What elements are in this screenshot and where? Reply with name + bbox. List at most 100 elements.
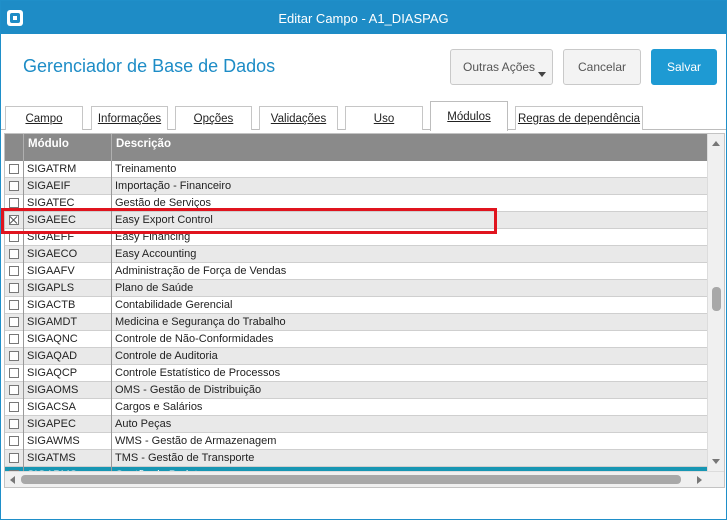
row-checkbox-cell[interactable] (5, 314, 24, 331)
description-cell: Importação - Financeiro (115, 180, 232, 192)
row-checkbox[interactable] (9, 249, 19, 259)
row-checkbox-cell[interactable] (5, 280, 24, 297)
column-header-description[interactable]: Descrição (112, 134, 707, 161)
tab-modulos[interactable]: Módulos (430, 101, 508, 131)
row-checkbox-cell[interactable] (5, 297, 24, 314)
vertical-scroll-thumb[interactable] (712, 287, 721, 311)
tab-uso[interactable]: Uso (345, 106, 423, 130)
description-cell: Medicina e Segurança do Trabalho (115, 316, 286, 328)
row-checkbox[interactable] (9, 300, 19, 310)
row-checkbox[interactable] (9, 351, 19, 361)
tab-informacoes[interactable]: Informações (91, 106, 168, 130)
row-checkbox-cell[interactable] (5, 178, 24, 195)
table-row[interactable]: SIGATMS TMS - Gestão de Transporte (5, 450, 707, 467)
module-cell: SIGAAFV (24, 263, 112, 280)
table-row[interactable]: SIGAPLS Plano de Saúde (5, 280, 707, 297)
table-row[interactable]: SIGAPEC Auto Peças (5, 416, 707, 433)
tab-label: Uso (373, 113, 395, 125)
more-actions-label: Outras Ações (463, 60, 536, 74)
more-actions-button[interactable]: Outras Ações (450, 49, 553, 85)
title-bar[interactable]: Editar Campo - A1_DIASPAG (1, 1, 726, 34)
scroll-down-icon[interactable] (712, 459, 720, 464)
table-row[interactable]: SIGAWMS WMS - Gestão de Armazenagem (5, 433, 707, 450)
description-cell: Controle Estatístico de Processos (115, 367, 281, 379)
table-row[interactable]: SIGAMDT Medicina e Segurança do Trabalho (5, 314, 707, 331)
horizontal-scrollbar[interactable] (5, 471, 724, 487)
row-checkbox[interactable] (9, 419, 19, 429)
row-checkbox[interactable] (9, 334, 19, 344)
row-checkbox[interactable] (9, 453, 19, 463)
row-checkbox-cell[interactable] (5, 331, 24, 348)
module-cell: SIGAOMS (24, 382, 112, 399)
row-checkbox-cell[interactable] (5, 450, 24, 467)
table-row[interactable]: SIGATRM Treinamento (5, 161, 707, 178)
row-checkbox[interactable] (9, 385, 19, 395)
modules-grid[interactable]: Módulo Descrição SIGATRM Treinamento SIGAE… (4, 133, 725, 488)
tab-campo[interactable]: Campo (5, 106, 83, 130)
description-cell: WMS - Gestão de Armazenagem (115, 435, 277, 447)
description-cell: Administração de Força de Vendas (115, 265, 287, 277)
row-checkbox-cell[interactable] (5, 382, 24, 399)
table-row[interactable]: SIGACTB Contabilidade Gerencial (5, 297, 707, 314)
row-checkbox[interactable] (9, 164, 19, 174)
tab-label: Regras de dependência (517, 113, 641, 125)
description-cell: OMS - Gestão de Distribuição (115, 384, 262, 396)
description-cell: Treinamento (115, 163, 177, 175)
row-checkbox-cell[interactable] (5, 161, 24, 178)
save-button[interactable]: Salvar (651, 49, 717, 85)
cancel-button[interactable]: Cancelar (563, 49, 641, 85)
row-checkbox-cell[interactable] (5, 399, 24, 416)
table-row[interactable]: SIGAQAD Controle de Auditoria (5, 348, 707, 365)
scroll-left-icon[interactable] (10, 476, 15, 484)
table-row[interactable]: SIGACSA Cargos e Salários (5, 399, 707, 416)
tab-validacoes[interactable]: Validações (259, 106, 338, 130)
row-checkbox[interactable] (9, 402, 19, 412)
row-checkbox-cell[interactable] (5, 365, 24, 382)
module-cell: SIGACTB (24, 297, 112, 314)
table-row[interactable]: SIGAECO Easy Accounting (5, 246, 707, 263)
module-cell: SIGAPLS (24, 280, 112, 297)
app-title: Gerenciador de Base de Dados (23, 56, 276, 76)
row-checkbox-cell[interactable] (5, 246, 24, 263)
tab-label: Campo (25, 113, 63, 125)
tab-label: Opções (193, 113, 234, 125)
tab-opcoes[interactable]: Opções (175, 106, 252, 130)
table-row[interactable]: SIGAOMS OMS - Gestão de Distribuição (5, 382, 707, 399)
description-cell: Cargos e Salários (115, 401, 203, 413)
module-cell: SIGATRM (24, 161, 112, 178)
column-header-module[interactable]: Módulo (24, 134, 112, 161)
row-checkbox[interactable] (9, 198, 19, 208)
dialog-window: Editar Campo - A1_DIASPAG Gerenciador de… (0, 0, 727, 520)
row-checkbox-cell[interactable] (5, 433, 24, 450)
description-cell: Auto Peças (115, 418, 172, 430)
table-row[interactable]: SIGAEIF Importação - Financeiro (5, 178, 707, 195)
table-row[interactable]: SIGAQNC Controle de Não-Conformidades (5, 331, 707, 348)
module-cell: SIGAECO (24, 246, 112, 263)
tab-label: Módulos (447, 111, 491, 123)
grid-header: Módulo Descrição (5, 134, 707, 161)
horizontal-scroll-thumb[interactable] (21, 475, 681, 484)
description-cell: Easy Accounting (115, 248, 197, 260)
column-header-check (5, 134, 24, 161)
tab-label: Informações (97, 113, 162, 125)
scroll-up-icon[interactable] (712, 141, 720, 146)
row-checkbox[interactable] (9, 368, 19, 378)
row-checkbox-cell[interactable] (5, 263, 24, 280)
table-row[interactable]: SIGAQCP Controle Estatístico de Processos (5, 365, 707, 382)
row-checkbox[interactable] (9, 436, 19, 446)
row-checkbox-cell[interactable] (5, 348, 24, 365)
row-checkbox[interactable] (9, 283, 19, 293)
scroll-right-icon[interactable] (697, 476, 702, 484)
window-title: Editar Campo - A1_DIASPAG (278, 11, 449, 26)
row-checkbox[interactable] (9, 317, 19, 327)
tab-label: Validações (270, 113, 327, 125)
row-checkbox[interactable] (9, 266, 19, 276)
module-cell: SIGAQCP (24, 365, 112, 382)
vertical-scrollbar[interactable] (707, 134, 724, 471)
row-checkbox[interactable] (9, 181, 19, 191)
header: Gerenciador de Base de Dados Outras Açõe… (1, 34, 726, 102)
tab-regras-de-dependencia[interactable]: Regras de dependência (515, 106, 643, 130)
module-cell: SIGATMS (24, 450, 112, 467)
table-row[interactable]: SIGAAFV Administração de Força de Vendas (5, 263, 707, 280)
row-checkbox-cell[interactable] (5, 416, 24, 433)
